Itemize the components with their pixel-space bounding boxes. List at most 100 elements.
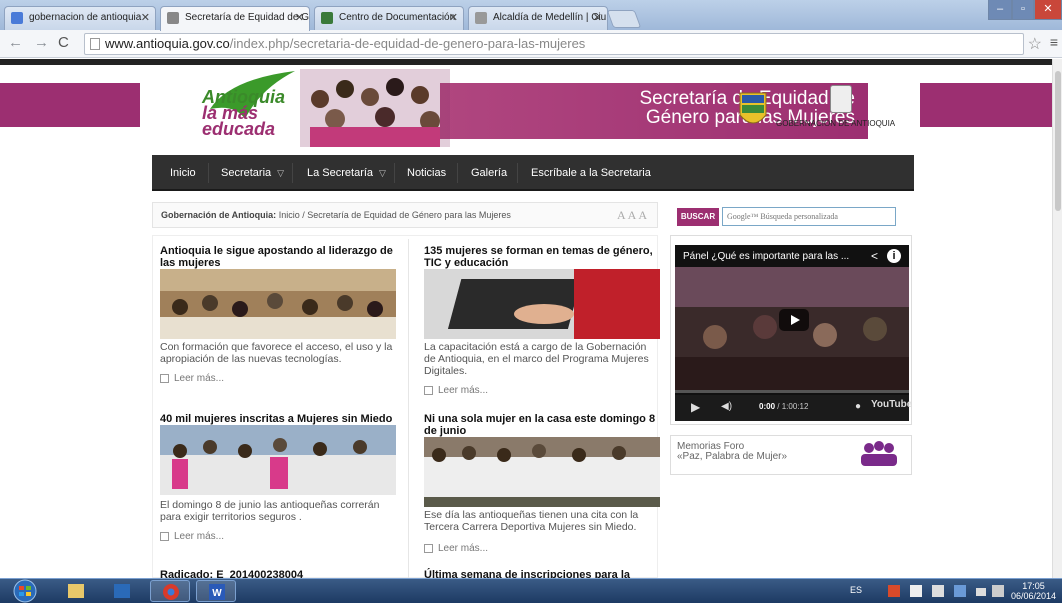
address-toolbar: ← → C www.antioquia.gov.co/index.php/sec… [0,30,1062,58]
read-more-link[interactable]: Leer más... [424,385,488,396]
logo-line-3: educada [202,119,276,139]
menu-icon[interactable]: ≡ [1050,34,1058,50]
search-input[interactable] [722,207,896,226]
article-title[interactable]: Antioquia le sigue apostando al liderazg… [160,245,396,269]
nav-inicio[interactable]: Inicio [170,155,196,191]
read-more-link[interactable]: Leer más... [160,531,224,542]
site-favicon-icon [167,12,179,24]
article-card: Radicado: E_201400238004 [160,569,396,578]
nav-la-secretaria[interactable]: La Secretaría ▽ [307,155,386,191]
browser-tab-4[interactable]: Alcaldía de Medellín | Ciu ✕ [468,6,608,30]
youtube-video-player[interactable]: Pánel ¿Qué es importante para las ... < … [675,245,912,421]
site-favicon-icon [321,12,333,24]
nav-divider [292,163,293,183]
page-scrollbar[interactable] [1052,59,1062,578]
article-summary: Con formación que favorece el acceso, el… [160,341,393,365]
new-tab-button[interactable] [606,10,642,28]
play-icon[interactable]: ▶ [691,400,700,414]
volume-icon[interactable]: ◀) [721,401,732,412]
browser-tab-1[interactable]: gobernacion de antioquia ✕ [4,6,156,30]
close-window-icon[interactable]: ✕ [1034,0,1062,20]
google-favicon-icon [11,12,23,24]
url-input[interactable]: www.antioquia.gov.co/index.php/secretari… [84,33,1024,55]
info-icon[interactable]: i [887,249,901,263]
article-title[interactable]: Ni una sola mujer en la casa este doming… [424,413,660,437]
article-title[interactable]: 40 mil mujeres inscritas a Mujeres sin M… [160,413,396,425]
nav-secretaria[interactable]: Secretaria ▽ [221,155,284,191]
banner-band-right [920,83,1052,127]
word-taskbar-icon[interactable]: W [196,580,236,602]
settings-icon[interactable]: ● [855,401,861,412]
system-clock[interactable]: 17:05 06/06/2014 [1011,581,1056,601]
breadcrumb-prefix: Gobernación de Antioquia: [161,210,277,220]
article-card: Última semana de inscripciones para la [424,569,660,578]
start-orb-icon[interactable] [8,579,42,603]
nav-divider [517,163,518,183]
language-indicator[interactable]: ES [850,585,862,595]
nav-noticias[interactable]: Noticias [407,155,446,191]
close-icon[interactable]: ✕ [141,7,150,29]
close-icon[interactable]: ✕ [295,7,304,29]
tab-title: Secretaría de Equidad de G [185,12,309,23]
svg-text:W: W [212,588,222,599]
scrollbar-thumb[interactable] [1055,71,1061,211]
chevron-down-icon: ▽ [379,168,386,178]
foro-banner[interactable]: Memorias Foro «Paz, Palabra de Mujer» [670,435,912,475]
outlook-taskbar-icon[interactable] [102,580,142,602]
video-title[interactable]: Pánel ¿Qué es importante para las ... [683,251,849,262]
reload-icon[interactable]: C [58,34,69,51]
article-summary: Ese día las antioqueñas tienen una cita … [424,509,639,533]
font-size-tool[interactable]: AAA [617,203,649,227]
play-button[interactable] [779,309,809,331]
article-summary: La capacitación está a cargo de la Gober… [424,341,649,377]
women-group-icon [861,441,897,466]
banner-band-left [0,83,140,127]
video-time-total: / 1:00:12 [777,402,809,411]
close-icon[interactable]: ✕ [449,7,458,29]
breadcrumb-separator: / [302,210,305,220]
video-time: 0:00 / 1:00:12 [759,402,808,411]
minimize-icon[interactable]: – [988,0,1012,20]
share-icon[interactable]: < [871,249,878,263]
header-banner[interactable]: Antioquia la más educada Secretaría de E… [140,65,920,147]
article-card: Antioquia le sigue apostando al liderazg… [160,245,396,384]
antioquia-logo: Antioquia la más educada [202,88,285,139]
maximize-icon[interactable]: ▫ [1012,0,1034,20]
article-summary: El domingo 8 de junio las antioqueñas co… [160,499,380,523]
article-image[interactable] [160,269,396,339]
clock-time: 17:05 [1022,581,1045,591]
nav-escribale[interactable]: Escríbale a la Secretaria [531,155,651,191]
article-title[interactable]: Última semana de inscripciones para la [424,569,660,578]
column-divider [408,239,409,578]
clock-date: 06/06/2014 [1010,591,1056,601]
nav-label: Noticias [407,167,447,179]
breadcrumb-home-link[interactable]: Inicio [279,210,300,220]
explorer-taskbar-icon[interactable] [56,580,96,602]
close-icon[interactable]: ✕ [593,7,602,29]
system-tray-icons[interactable] [884,584,1014,598]
article-image[interactable] [424,437,660,507]
back-icon[interactable]: ← [8,34,23,51]
nav-galeria[interactable]: Galería [471,155,507,191]
article-title[interactable]: Radicado: E_201400238004 [160,569,396,578]
video-progress-bar[interactable] [675,390,909,393]
read-more-link[interactable]: Leer más... [424,543,488,554]
read-more-link[interactable]: Leer más... [160,373,224,384]
banner-title-line-1: Secretaría de Equidad de [639,88,856,109]
article-card: 135 mujeres se forman en temas de género… [424,245,660,396]
article-image[interactable] [160,425,396,495]
forward-icon[interactable]: → [34,34,49,51]
article-title[interactable]: 135 mujeres se forman en temas de género… [424,245,660,269]
site-favicon-icon [475,12,487,24]
article-image[interactable] [424,269,660,339]
gobernacion-label: GOBERNACIÓN DE ANTIOQUIA [776,119,896,128]
tab-title: Centro de Documentación [339,12,456,23]
chrome-taskbar-icon[interactable] [150,580,190,602]
bookmark-star-icon[interactable]: ☆ [1028,34,1042,54]
breadcrumb-current: Secretaría de Equidad de Género para las… [307,210,511,220]
main-navigation: Inicio Secretaria ▽ La Secretaría ▽ Notici… [152,155,914,191]
youtube-logo[interactable]: YouTube [871,399,912,410]
browser-tab-2-active[interactable]: Secretaría de Equidad de G ✕ [160,6,310,31]
browser-tab-3[interactable]: Centro de Documentación ✕ [314,6,464,30]
search-button[interactable]: BUSCAR [677,208,719,226]
